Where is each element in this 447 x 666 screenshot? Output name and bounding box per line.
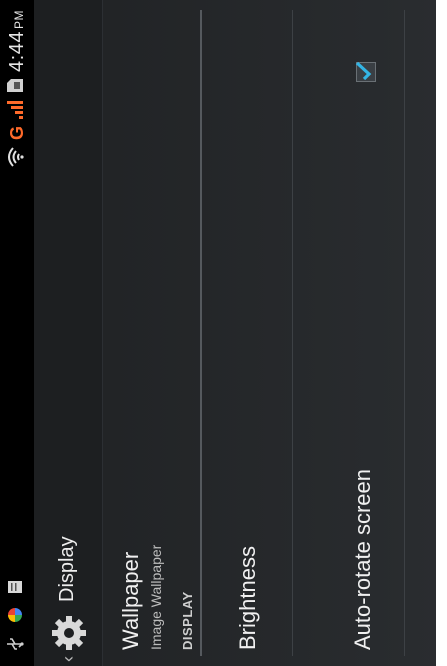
notification-icon: [7, 580, 28, 594]
device-frame: G 4:44 PM ‹ Display Wallpaper Image Wallp…: [0, 0, 447, 666]
network-type-label: G: [6, 125, 27, 140]
section-divider: [200, 10, 202, 656]
clock: 4:44 PM: [6, 10, 29, 72]
auto-rotate-checkbox[interactable]: [355, 62, 376, 82]
status-bar-system: G 4:44 PM: [5, 10, 29, 168]
sim-icon: [6, 78, 29, 94]
signal-icon: [6, 100, 29, 120]
photos-icon: [6, 606, 29, 624]
item-divider: [404, 10, 405, 656]
clock-time: 4:44: [5, 31, 28, 72]
action-bar: ‹ Display: [34, 0, 103, 666]
status-bar: G 4:44 PM: [0, 0, 34, 666]
page-title: Display: [56, 536, 78, 602]
status-bar-notifications: [6, 580, 29, 652]
wallpaper-title: Wallpaper: [118, 551, 143, 650]
screen-edge: [436, 0, 447, 666]
usb-icon: [6, 636, 29, 652]
settings-gear-icon[interactable]: [50, 614, 88, 652]
brightness-title: Brightness: [235, 546, 260, 650]
wallpaper-summary: Image Wallpaper: [148, 544, 164, 650]
wifi-icon: [6, 146, 29, 168]
display-settings-screen: G 4:44 PM ‹ Display Wallpaper Image Wallp…: [0, 0, 447, 666]
back-arrow-icon[interactable]: ‹: [58, 656, 79, 662]
section-header-display: DISPLAY: [180, 591, 195, 650]
auto-rotate-title: Auto-rotate screen: [350, 469, 375, 650]
item-divider: [292, 10, 293, 656]
clock-ampm: PM: [11, 10, 26, 29]
